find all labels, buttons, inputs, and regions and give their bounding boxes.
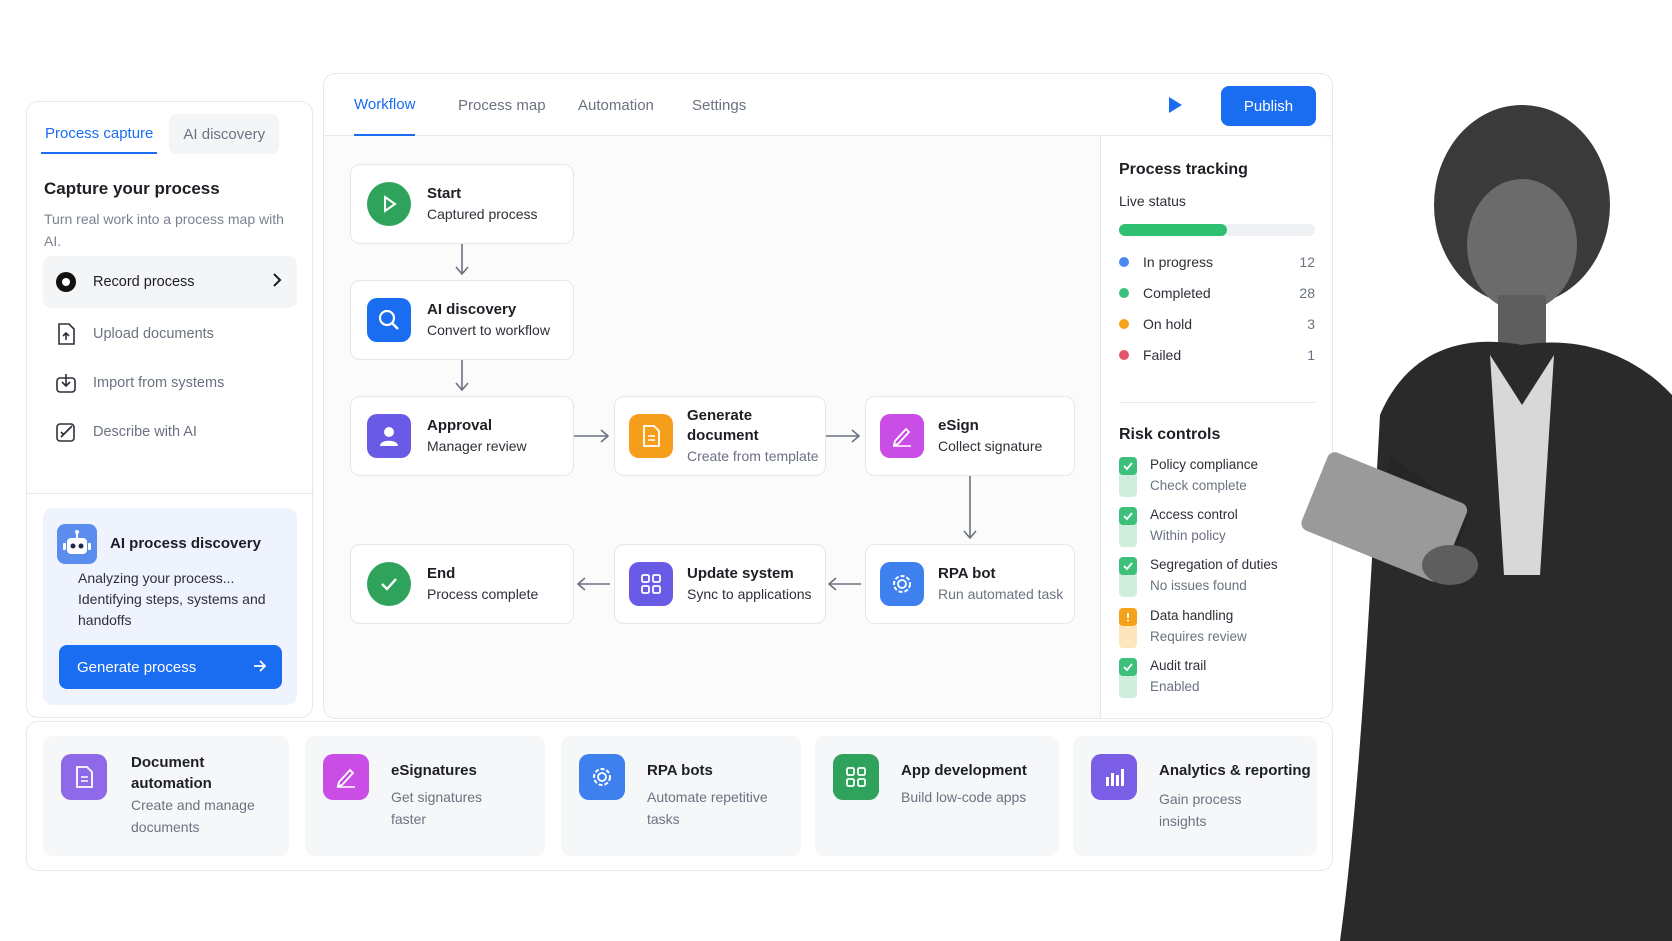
live-status-label: Live status (1119, 193, 1186, 209)
risk-item: Data handling Requires review (1119, 608, 1319, 650)
risk-title: Segregation of duties (1150, 557, 1278, 572)
warning-icon (1119, 608, 1137, 626)
feature-card-document-automation[interactable]: Document automation Create and manage do… (43, 736, 289, 856)
arrow-right-icon (252, 658, 268, 678)
risk-title: Policy compliance (1150, 457, 1259, 472)
status-label: Failed (1143, 347, 1182, 363)
upload-documents-label: Upload documents (93, 326, 214, 342)
feature-title: Document automation (131, 754, 212, 792)
tracking-title: Process tracking (1119, 161, 1248, 178)
describe-ai-item[interactable]: Describe with AI (43, 406, 297, 458)
capture-tabs: Process capture AI discovery (41, 114, 299, 156)
status-row: Failed 1 (1119, 345, 1315, 365)
feature-title: eSignatures (391, 762, 477, 779)
workflow-panel: Workflow Process map Automation Settings… (323, 73, 1333, 719)
risk-item: Policy compliance Check complete (1119, 457, 1319, 499)
generate-process-button[interactable]: Generate process (59, 645, 282, 689)
grid-icon (833, 754, 879, 800)
feature-card-app-development[interactable]: App development Build low-code apps (815, 736, 1059, 856)
feature-subtitle: Create and manage documents (131, 797, 255, 835)
gear-bot-icon (579, 754, 625, 800)
ai-card-title: AI process discovery (110, 535, 261, 552)
status-dot (1119, 288, 1129, 298)
status-row: On hold 3 (1119, 314, 1315, 334)
generate-process-label: Generate process (77, 658, 197, 676)
progress-bar (1119, 224, 1315, 236)
capture-title: Capture your process (44, 179, 220, 198)
risk-title: Audit trail (1150, 658, 1207, 673)
status-label: In progress (1143, 254, 1214, 270)
risk-status: Within policy (1150, 528, 1226, 543)
tab-process-capture[interactable]: Process capture (41, 114, 158, 154)
check-icon (1119, 457, 1137, 475)
risk-status: No issues found (1150, 578, 1247, 593)
feature-panel: Document automation Create and manage do… (26, 721, 1333, 871)
risk-item: Segregation of duties No issues found (1119, 557, 1319, 599)
robot-icon (57, 524, 97, 564)
feature-card-rpa-bots[interactable]: RPA bots Automate repetitive tasks (561, 736, 801, 856)
ai-pen-icon (53, 419, 79, 445)
upload-documents-item[interactable]: Upload documents (43, 308, 297, 360)
import-systems-label: Import from systems (93, 375, 225, 391)
risk-title: Data handling (1150, 608, 1234, 623)
import-icon (53, 370, 79, 396)
risk-controls-title: Risk controls (1119, 426, 1221, 443)
ai-card-status: Analyzing your process... Identifying st… (78, 570, 266, 628)
record-icon (53, 269, 79, 295)
risk-item: Audit trail Enabled (1119, 658, 1319, 700)
risk-status: Enabled (1150, 679, 1200, 694)
divider (1119, 402, 1315, 403)
capture-panel: Process capture AI discovery Capture you… (26, 101, 314, 718)
feature-title: Analytics & reporting (1159, 762, 1311, 779)
signature-icon (323, 754, 369, 800)
feature-subtitle: Build low-code apps (901, 789, 1027, 805)
risk-item: Access control Within policy (1119, 507, 1319, 549)
status-row: Completed 28 (1119, 283, 1315, 303)
process-tracking-panel: Process tracking Live status In progress… (1100, 136, 1332, 718)
feature-subtitle: Get signatures faster (391, 789, 483, 827)
status-label: On hold (1143, 316, 1193, 332)
feature-subtitle: Automate repetitive tasks (647, 789, 768, 827)
ai-discovery-card: AI process discovery Analyzing your proc… (43, 508, 297, 705)
document-upload-icon (53, 321, 79, 347)
feature-card-analytics[interactable]: Analytics & reporting Gain process insig… (1073, 736, 1317, 856)
status-dot (1119, 350, 1129, 360)
page: Process capture AI discovery Capture you… (0, 0, 1672, 941)
risk-status: Requires review (1150, 629, 1247, 644)
divider (27, 493, 314, 494)
check-icon (1119, 557, 1137, 575)
import-systems-item[interactable]: Import from systems (43, 357, 297, 409)
tab-ai-discovery[interactable]: AI discovery (169, 114, 280, 154)
status-row: In progress 12 (1119, 252, 1315, 272)
risk-title: Access control (1150, 507, 1238, 522)
risk-status: Check complete (1150, 478, 1247, 493)
businesswoman-photo (1301, 105, 1672, 941)
feature-subtitle: Gain process insights (1159, 791, 1242, 829)
check-icon (1119, 658, 1137, 676)
record-process-label: Record process (93, 274, 195, 290)
feature-card-esignatures[interactable]: eSignatures Get signatures faster (305, 736, 545, 856)
status-dot (1119, 319, 1129, 329)
check-icon (1119, 507, 1137, 525)
describe-ai-label: Describe with AI (93, 424, 197, 440)
progress-fill (1119, 224, 1227, 236)
record-process-item[interactable]: Record process (43, 256, 297, 308)
feature-title: RPA bots (647, 762, 713, 779)
status-dot (1119, 257, 1129, 267)
capture-subtitle: Turn real work into a process map with A… (44, 211, 284, 249)
status-label: Completed (1143, 285, 1211, 301)
document-icon (61, 754, 107, 800)
chevron-right-icon (271, 272, 283, 292)
chart-icon (1091, 754, 1137, 800)
feature-title: App development (901, 762, 1027, 779)
